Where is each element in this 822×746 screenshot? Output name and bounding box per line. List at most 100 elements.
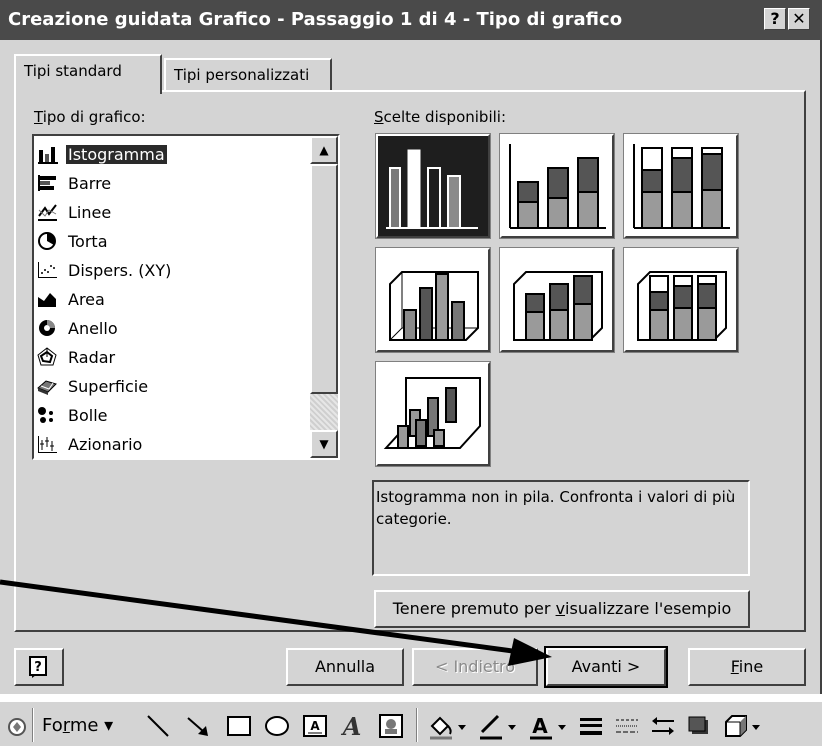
next-button[interactable]: Avanti > xyxy=(544,646,668,688)
font-color-icon[interactable]: A xyxy=(526,712,570,740)
column-chart-icon xyxy=(38,147,58,164)
back-button[interactable]: < Indietro xyxy=(412,648,538,686)
scroll-thumb[interactable] xyxy=(310,164,338,394)
chart-type-item[interactable]: Bolle xyxy=(36,401,308,429)
subtype-3d-clustered-column[interactable] xyxy=(375,247,491,353)
bar-chart-icon xyxy=(38,175,56,191)
stacked-column-icon xyxy=(509,144,606,229)
line-color-icon[interactable] xyxy=(476,712,520,740)
oval-tool-icon[interactable] xyxy=(262,712,292,740)
preview-sample-pre: Tenere premuto per xyxy=(392,599,556,618)
tab-standard-types[interactable]: Tipi standard xyxy=(14,54,162,94)
bubble-chart-icon xyxy=(38,407,53,423)
chart-type-item[interactable]: Barre xyxy=(36,169,308,197)
subtype-3d-stacked-column[interactable] xyxy=(499,247,615,353)
finish-button[interactable]: Fine xyxy=(688,648,806,686)
chart-type-item[interactable]: Torta xyxy=(36,227,308,255)
3d-column-icon xyxy=(383,377,481,449)
finish-mnemonic: F xyxy=(730,657,739,676)
chart-type-item[interactable]: Superficie xyxy=(36,372,308,400)
cancel-button[interactable]: Annulla xyxy=(286,648,404,686)
svg-text:A: A xyxy=(341,712,362,740)
toolbar-separator xyxy=(32,708,34,742)
3d-effect-icon[interactable] xyxy=(720,712,764,740)
scatter-chart-icon xyxy=(38,262,57,278)
chart-type-label: Tipo di grafico: xyxy=(34,108,146,126)
svg-text:A: A xyxy=(310,719,320,733)
chart-type-label-mnemonic: T xyxy=(34,108,43,126)
subtype-3d-column[interactable] xyxy=(375,361,491,467)
tab-custom-types-label: Tipi personalizzati xyxy=(174,66,310,84)
chart-type-item-label: Barre xyxy=(68,173,112,193)
help-button[interactable]: ? xyxy=(14,648,64,686)
surface-chart-icon xyxy=(37,380,57,395)
radar-chart-icon xyxy=(37,347,57,366)
window-title: Creazione guidata Grafico - Passaggio 1 … xyxy=(8,9,623,30)
chart-type-item-label: Istogramma xyxy=(65,143,168,165)
chart-type-item-label: Torta xyxy=(68,231,108,251)
subtype-stacked-column[interactable] xyxy=(499,133,615,239)
scroll-down-button[interactable]: ▼ xyxy=(310,430,338,458)
title-close-button[interactable]: ✕ xyxy=(788,8,810,30)
title-help-button[interactable]: ? xyxy=(764,8,786,30)
chart-type-item-label: Linee xyxy=(68,202,112,222)
3d-stacked-column-icon xyxy=(513,271,603,341)
tab-custom-types[interactable]: Tipi personalizzati xyxy=(164,58,332,92)
chart-type-label-rest: ipo di grafico: xyxy=(42,108,146,126)
dash-style-icon[interactable] xyxy=(612,712,642,740)
clustered-column-icon xyxy=(386,149,478,229)
subtype-clustered-column[interactable] xyxy=(375,133,491,239)
chart-type-item[interactable]: Azionario xyxy=(36,430,308,458)
chart-type-item[interactable]: Istogramma xyxy=(36,140,308,168)
subtype-3d-100-stacked-column[interactable] xyxy=(623,247,739,353)
autoshapes-menu[interactable]: Forme ▾ xyxy=(42,712,113,740)
chart-type-item-label: Dispers. (XY) xyxy=(68,260,172,280)
stock-chart-icon xyxy=(38,436,57,453)
fill-color-icon[interactable] xyxy=(426,712,470,740)
line-tool-icon[interactable] xyxy=(144,712,174,740)
subtypes-label-rest: celte disponibili: xyxy=(383,108,507,126)
drawing-toolbar: Forme ▾ A A A xyxy=(0,700,822,746)
wordart-tool-icon[interactable]: A xyxy=(338,712,368,740)
line-chart-icon xyxy=(38,204,57,221)
chart-type-item-label: Anello xyxy=(68,318,118,338)
chart-wizard-dialog: Creazione guidata Grafico - Passaggio 1 … xyxy=(0,0,822,694)
doughnut-chart-icon xyxy=(39,320,55,336)
arrow-tool-icon[interactable] xyxy=(184,712,214,740)
line-style-icon[interactable] xyxy=(576,712,606,740)
chart-type-item[interactable]: Linee xyxy=(36,198,308,226)
autoshapes-post: me ▾ xyxy=(69,715,114,736)
rectangle-tool-icon[interactable] xyxy=(224,712,254,740)
tab-standard-types-label: Tipi standard xyxy=(24,62,122,80)
toolbar-separator xyxy=(416,708,418,742)
chart-type-item[interactable]: Radar xyxy=(36,343,308,371)
preview-sample-mnemonic: v xyxy=(555,599,566,618)
text-box-tool-icon[interactable]: A xyxy=(300,712,330,740)
chart-type-item[interactable]: Dispers. (XY) xyxy=(36,256,308,284)
scroll-up-button[interactable]: ▲ xyxy=(310,136,338,164)
subtypes-label-mnemonic: S xyxy=(374,108,384,126)
3d-clustered-column-icon xyxy=(389,271,479,341)
finish-rest: ine xyxy=(738,657,764,676)
draw-menu-icon[interactable] xyxy=(6,712,28,740)
svg-text:?: ? xyxy=(34,660,42,675)
help-icon: ? xyxy=(29,656,47,678)
3d-percent-stacked-column-icon xyxy=(637,271,727,341)
chart-type-item-label: Superficie xyxy=(68,376,149,396)
autoshapes-mnemonic: r xyxy=(62,715,70,736)
listbox-scrollbar[interactable]: ▲ ▼ xyxy=(310,136,338,458)
subtype-description: Istogramma non in pila. Confronta i valo… xyxy=(372,480,750,576)
clip-art-tool-icon[interactable] xyxy=(376,712,406,740)
chart-type-listbox[interactable]: Istogramma Barre Linee Torta Dispers. (XY) Ar… xyxy=(32,134,340,460)
preview-sample-button[interactable]: Tenere premuto per visualizzare l'esempi… xyxy=(374,590,750,628)
chart-type-item[interactable]: Anello xyxy=(36,314,308,342)
chart-type-item[interactable]: Area xyxy=(36,285,308,313)
arrow-style-icon[interactable] xyxy=(648,712,678,740)
preview-sample-post: isualizzare l'esempio xyxy=(565,599,732,618)
chart-type-item-label: Radar xyxy=(68,347,116,367)
subtype-100-stacked-column[interactable] xyxy=(623,133,739,239)
area-chart-icon xyxy=(38,293,56,307)
autoshapes-pre: Fo xyxy=(42,715,63,736)
svg-text:A: A xyxy=(532,714,548,738)
shadow-icon[interactable] xyxy=(684,712,714,740)
